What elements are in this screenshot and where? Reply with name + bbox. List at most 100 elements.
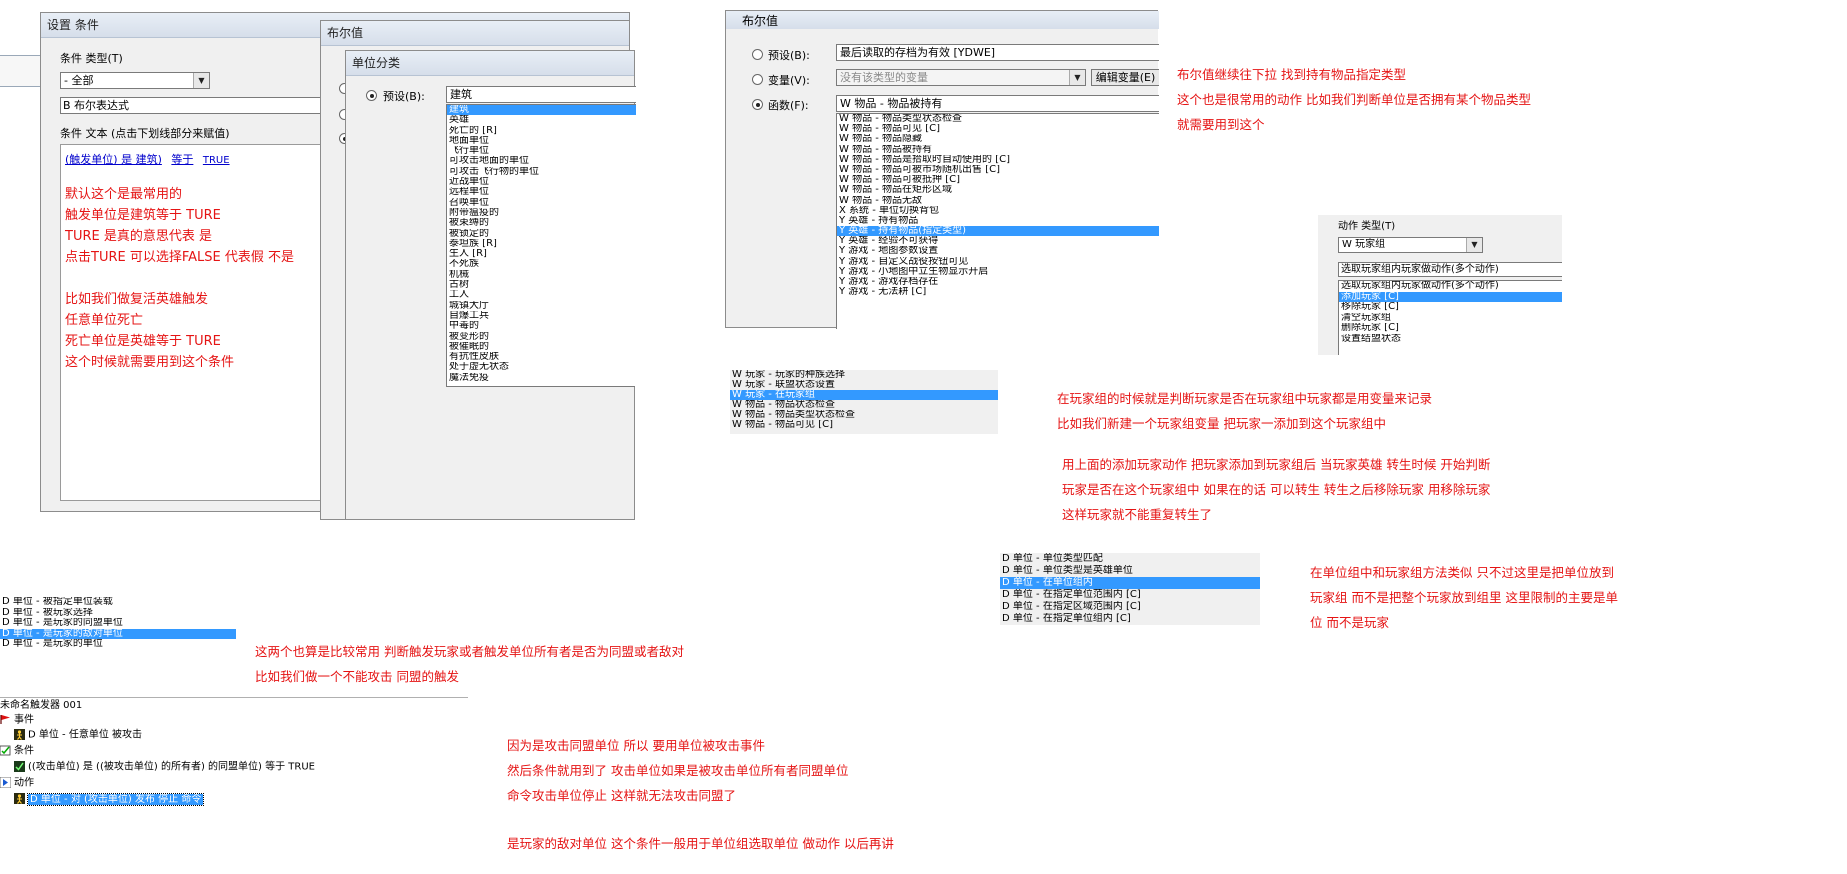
list-item[interactable]: 不死族 <box>447 259 636 269</box>
list-item[interactable]: Y 游戏 - 自定义战役按钮可见 <box>837 257 1159 267</box>
trigger-name[interactable]: 未命名触发器 001 <box>0 700 82 712</box>
radio-variable[interactable] <box>752 74 763 85</box>
tree-node-actions[interactable]: 动作 <box>0 777 34 789</box>
list-item[interactable]: B 布尔表达式 <box>61 98 349 113</box>
list-item[interactable]: W 玩家 - 玩家的种族选择 <box>730 370 998 380</box>
list-item[interactable]: 建筑 <box>447 105 636 116</box>
condition-function-list[interactable]: B 布尔表达式 <box>60 97 350 114</box>
list-item[interactable]: W 物品 - 物品隐藏 <box>837 134 1159 144</box>
radio-preset[interactable] <box>752 49 763 60</box>
list-item[interactable]: W 玩家 - 在玩家组 <box>730 390 998 400</box>
list-item[interactable]: Y 游戏 - 地图参数设置 <box>837 246 1159 256</box>
list-item[interactable]: 工人 <box>447 290 636 300</box>
list-item[interactable]: 有抗性皮肤 <box>447 352 636 362</box>
list-item[interactable]: Y 游戏 - 小地图中立生物显示开启 <box>837 267 1159 277</box>
list-item[interactable]: D 单位 - 在指定单位组内 [C] <box>1000 613 1260 625</box>
list-item[interactable]: D 单位 - 在指定单位范围内 [C] <box>1000 589 1260 601</box>
list-item[interactable]: D 单位 - 是玩家的敌对单位 <box>0 628 236 639</box>
list-item[interactable]: D 单位 - 在单位组内 <box>1000 577 1260 589</box>
list-item[interactable]: D 单位 - 单位类型是英雄单位 <box>1000 565 1260 577</box>
list-item[interactable]: W 物品 - 物品可被抵押 [C] <box>837 175 1159 185</box>
radio-function[interactable] <box>752 99 763 110</box>
radio-preset[interactable] <box>366 90 377 101</box>
unit-group-condition-list[interactable]: D 单位 - 单位类型匹配 D 单位 - 单位类型是英雄单位 D 单位 - 在单位组… <box>1000 553 1260 625</box>
function-list[interactable]: W 物品 - 物品类型状态检查 W 物品 - 物品可见 [C] W 物品 - 物品隐… <box>836 113 1159 329</box>
expression-value-link[interactable]: TRUE <box>203 155 230 166</box>
list-item[interactable]: 选取玩家组内玩家做动作(多个动作) <box>1339 263 1562 276</box>
list-item[interactable]: 移除玩家 [C] <box>1339 302 1562 313</box>
list-item[interactable]: 机械 <box>447 270 636 280</box>
list-item[interactable]: 生人 [R] <box>447 249 636 259</box>
expression-operand-link[interactable]: (触发单位) 是 建筑) <box>65 153 162 166</box>
list-item[interactable]: W 物品 - 物品是拾取时自动使用的 [C] <box>837 155 1159 165</box>
list-item[interactable]: Y 英雄 - 持有物品(指定类型) <box>837 226 1159 237</box>
list-item[interactable]: 魔法免疫 <box>447 373 636 383</box>
list-item[interactable]: D 单位 - 被玩家选择 <box>0 608 236 619</box>
list-item[interactable]: 近战单位 <box>447 177 636 187</box>
action-type-select[interactable]: W 玩家组 ▼ <box>1338 237 1483 253</box>
edit-variable-button[interactable]: 编辑变量(E) <box>1091 69 1159 86</box>
list-item[interactable]: Y 英雄 - 持有物品 <box>837 216 1159 226</box>
list-item[interactable]: 自爆工兵 <box>447 311 636 321</box>
variable-select[interactable]: 没有该类型的变量 ▼ <box>836 69 1086 86</box>
list-item[interactable]: 城镇大厅 <box>447 301 636 311</box>
list-item[interactable]: 处于虚无状态 <box>447 362 636 372</box>
tree-node-condition-item[interactable]: ((攻击单位) 是 ((被攻击单位) 的所有者) 的同盟单位) 等于 TRUE <box>14 761 315 773</box>
list-item[interactable]: W 物品 - 物品状态检查 <box>730 400 998 410</box>
list-item[interactable]: 远程单位 <box>447 187 636 197</box>
preset-select[interactable]: 最后读取的存档为有效 [YDWE] <box>836 44 1159 61</box>
list-item[interactable]: 飞行单位 <box>447 146 636 156</box>
unit-class-list[interactable]: 建筑 英雄 死亡的 [R] 地面单位 飞行单位 可攻击地面的单位 可攻击飞行物的单位 近战单位… <box>446 104 636 387</box>
list-item[interactable]: D 单位 - 在指定区域范围内 [C] <box>1000 601 1260 613</box>
note-enemy-unit: 是玩家的敌对单位 这个条件一般用于单位组选取单位 做动作 以后再讲 <box>507 836 894 851</box>
unit-class-preset-input[interactable]: 建筑 <box>446 86 636 103</box>
list-item[interactable]: 选取玩家组内玩家做动作(多个动作) <box>1339 281 1562 292</box>
expression-operator-link[interactable]: 等于 <box>171 153 193 166</box>
list-item[interactable]: 英雄 <box>447 115 636 125</box>
list-item[interactable]: W 物品 - 物品可被市场随机出售 [C] <box>837 165 1159 175</box>
list-item[interactable]: 中毒的 <box>447 321 636 331</box>
action-list[interactable]: 选取玩家组内玩家做动作(多个动作) 添加玩家 [C] 移除玩家 [C] 清空玩家组 删除… <box>1338 280 1562 355</box>
function-select[interactable]: W 物品 - 物品被持有 <box>836 95 1159 112</box>
list-item[interactable]: D 单位 - 是玩家的同盟单位 <box>0 618 236 629</box>
list-item[interactable]: W 物品 - 物品可见 [C] <box>730 420 998 430</box>
list-item[interactable]: W 物品 - 物品无敌 <box>837 196 1159 206</box>
list-item[interactable]: 删除玩家 [C] <box>1339 323 1562 334</box>
list-item[interactable]: 被变形的 <box>447 332 636 342</box>
list-item[interactable]: W 玩家 - 联盟状态设置 <box>730 380 998 390</box>
list-item[interactable]: 古树 <box>447 280 636 290</box>
list-item[interactable]: W 物品 - 物品类型状态检查 <box>730 410 998 420</box>
list-item[interactable]: D 单位 - 是玩家的单位 <box>0 639 236 650</box>
list-item[interactable]: D 单位 - 单位类型匹配 <box>1000 553 1260 565</box>
list-item[interactable]: 可攻击飞行物的单位 <box>447 167 636 177</box>
list-item[interactable]: 附带瘟疫的 <box>447 208 636 218</box>
action-first-input[interactable]: 选取玩家组内玩家做动作(多个动作) <box>1338 262 1562 277</box>
list-item[interactable]: Y 游戏 - 游戏存档存在 <box>837 277 1159 287</box>
list-item[interactable]: 被催眠的 <box>447 342 636 352</box>
list-item[interactable]: W 物品 - 物品在矩形区域 <box>837 185 1159 195</box>
list-item[interactable]: 泰坦族 [R] <box>447 239 636 249</box>
list-item[interactable]: X 系统 - 单位切换背包 <box>837 206 1159 216</box>
list-item[interactable]: Y 英雄 - 经验不可获得 <box>837 236 1159 246</box>
tree-node-action-item[interactable]: D 单位 - 对 (攻击单位) 发布 停止 命令 <box>14 792 205 806</box>
list-item[interactable]: 被锁定的 <box>447 229 636 239</box>
list-item[interactable]: 清空玩家组 <box>1339 313 1562 324</box>
list-item[interactable]: 可攻击地面的单位 <box>447 156 636 166</box>
ally-condition-list[interactable]: D 单位 - 被指定单位装载 D 单位 - 被玩家选择 D 单位 - 是玩家的同盟单… <box>0 597 236 653</box>
list-item[interactable]: 被束缚的 <box>447 218 636 228</box>
tree-node-event-item[interactable]: D 单位 - 任意单位 被攻击 <box>14 729 142 741</box>
list-item[interactable]: 死亡的 [R] <box>447 126 636 136</box>
player-condition-list[interactable]: W 玩家 - 玩家的种族选择 W 玩家 - 联盟状态设置 W 玩家 - 在玩家组 W … <box>730 370 998 434</box>
list-item[interactable]: W 物品 - 物品可见 [C] <box>837 124 1159 134</box>
list-item[interactable]: 设置结盟状态 <box>1339 334 1562 345</box>
list-item[interactable]: 地面单位 <box>447 136 636 146</box>
list-item[interactable]: W 物品 - 物品被持有 <box>837 145 1159 155</box>
list-item[interactable]: D 单位 - 被指定单位装载 <box>0 597 236 608</box>
list-item[interactable]: 添加玩家 [C] <box>1339 291 1562 302</box>
list-item[interactable]: Y 游戏 - 无法耕 [C] <box>837 287 1159 297</box>
tree-node-conditions[interactable]: 条件 <box>0 745 34 757</box>
tree-node-events[interactable]: 事件 <box>0 714 34 726</box>
list-item[interactable]: W 物品 - 物品类型状态检查 <box>837 114 1159 124</box>
condition-type-select[interactable]: - 全部 ▼ <box>60 72 210 89</box>
list-item[interactable]: 召唤单位 <box>447 198 636 208</box>
